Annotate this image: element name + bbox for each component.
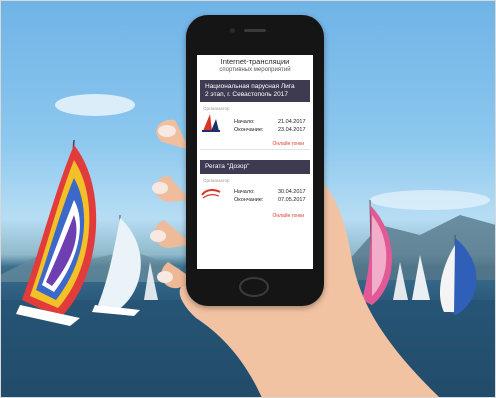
start-date: 21.04.2017 <box>278 119 306 125</box>
event-title: Национальная парусная Лига <box>205 83 295 90</box>
sailboat-rainbow <box>16 139 97 326</box>
sailing-league-logo-icon <box>202 114 220 132</box>
event-header-2[interactable]: Регата "Дозор" <box>200 160 310 174</box>
start-row: Начало: 21.04.2017 <box>234 119 310 125</box>
page-subtitle: спортивных мероприятий <box>219 67 291 73</box>
start-row: Начало: 30.04.2017 <box>234 189 310 195</box>
app-screen: Internet-трансляции спортивных мероприят… <box>197 55 313 269</box>
online-race-link[interactable]: Онлайн гонки <box>272 141 304 147</box>
home-button[interactable] <box>239 277 269 297</box>
app-title: Internet-трансляции спортивных мероприят… <box>197 55 313 75</box>
event-title: Регата "Дозор" <box>205 163 250 170</box>
event-card-1[interactable]: Начало: 21.04.2017 Окончание: 23.04.2017… <box>200 111 310 149</box>
end-date: 23.04.2017 <box>278 127 306 133</box>
event-header-1[interactable]: Национальная парусная Лига 2 этап, г. Се… <box>200 80 310 102</box>
start-label: Начало: <box>234 189 255 195</box>
camera-icon <box>230 28 235 33</box>
start-date: 30.04.2017 <box>278 189 306 195</box>
end-row: Окончание: 07.05.2017 <box>234 197 310 203</box>
page-title: Internet-трансляции <box>220 57 290 66</box>
cloud <box>55 94 135 116</box>
event-card-2[interactable]: Начало: 30.04.2017 Окончание: 07.05.2017… <box>200 183 310 221</box>
phone-device: Internet-трансляции спортивных мероприят… <box>186 15 324 306</box>
start-label: Начало: <box>234 119 255 125</box>
online-race-link[interactable]: Онлайн гонки <box>272 213 304 219</box>
speaker-icon <box>244 29 266 32</box>
event-subtitle: 2 этап, г. Севастополь 2017 <box>205 91 288 98</box>
end-label: Окончание: <box>234 197 264 203</box>
end-row: Окончание: 23.04.2017 <box>234 127 310 133</box>
regatta-logo-icon <box>201 189 221 199</box>
cloud <box>370 190 490 210</box>
background-photo: Internet-трансляции спортивных мероприят… <box>0 0 496 398</box>
end-label: Окончание: <box>234 127 264 133</box>
divider <box>200 149 310 150</box>
end-date: 07.05.2017 <box>278 197 306 203</box>
